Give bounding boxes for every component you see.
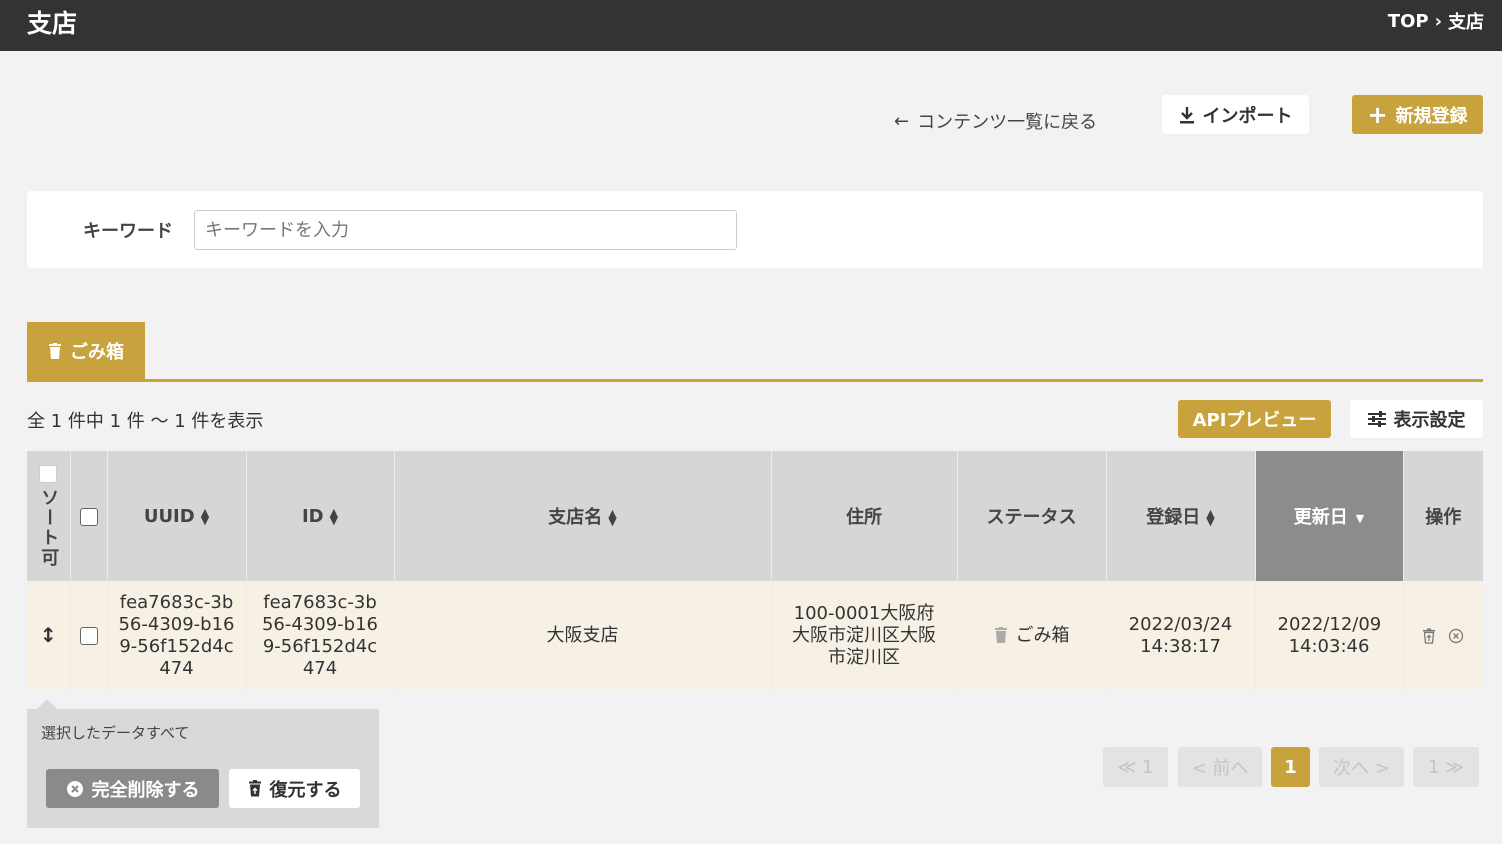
permanent-delete-label: 完全削除する (91, 779, 200, 801)
arrow-left-icon: ← (894, 110, 910, 132)
new-entry-label: 新規登録 (1395, 105, 1468, 127)
restore-icon[interactable] (1422, 628, 1436, 644)
sort-icon: ▲ ▼ (200, 505, 210, 527)
sort-icon: ▲ ▼ (329, 505, 339, 527)
table-header-row: ソート可 UUID ▲ ▼ ID ▲ ▼ 支店名 ▲ ▼ 住所 ステータス 登録日 ▲ ▼ 更新… (27, 451, 1483, 581)
sliders-icon (1367, 411, 1386, 427)
sort-icon: ▲ ▼ (608, 507, 617, 528)
chevron-right-icon: › (1434, 10, 1442, 32)
caret-down-icon: ▼ (1355, 511, 1365, 525)
column-header-name[interactable]: 支店名 ▲ ▼ (394, 451, 772, 581)
breadcrumb: TOP › 支店 (1388, 8, 1484, 34)
keyword-label: キーワード (83, 221, 173, 242)
updated-value: 2022/12/09 14:03:46 (1277, 613, 1382, 657)
panel-caret (37, 699, 57, 709)
row-checkbox[interactable] (79, 626, 98, 645)
prev-page-button[interactable]: < 前へ (1178, 747, 1262, 787)
result-count: 全 1 件中 1 件 ～ 1 件を表示 (27, 411, 264, 432)
address-value: 100-0001大阪府大阪市淀川区大阪市淀川区 (792, 602, 936, 668)
next-page-button[interactable]: 次へ > (1319, 747, 1404, 787)
sortable-header-label: ソート可 (38, 488, 60, 568)
column-header-status: ステータス (957, 451, 1107, 581)
column-header-id[interactable]: ID ▲ ▼ (246, 451, 395, 581)
sort-icon: ▲ ▼ (1206, 507, 1215, 528)
download-icon (1179, 106, 1194, 123)
cell-actions (1403, 581, 1483, 690)
data-table: ソート可 UUID ▲ ▼ ID ▲ ▼ 支店名 ▲ ▼ 住所 ステータス 登録日 ▲ ▼ 更新… (27, 451, 1483, 690)
status-value: ごみ箱 (1015, 624, 1070, 646)
back-to-list-link[interactable]: ← コンテンツ一覧に戻る (894, 108, 1097, 134)
keyword-input[interactable] (194, 210, 737, 250)
restore-label: 復元する (269, 779, 342, 801)
trash-icon (994, 627, 1007, 643)
last-page-button[interactable]: 1 ≫ (1413, 747, 1479, 787)
tab-trash[interactable]: ごみ箱 (27, 322, 145, 380)
restore-icon (248, 780, 261, 797)
restore-button[interactable]: 復元する (229, 769, 360, 808)
name-value: 大阪支店 (546, 624, 619, 646)
column-header-updated[interactable]: 更新日 ▼ (1255, 451, 1404, 581)
top-bar: 支店 TOP › 支店 (0, 0, 1502, 51)
breadcrumb-top-link[interactable]: TOP (1388, 11, 1429, 32)
import-button[interactable]: インポート (1162, 95, 1309, 134)
bulk-action-panel: 選択したデータすべて 完全削除する 復元する (27, 699, 379, 828)
cell-name: 大阪支店 (394, 581, 772, 690)
column-header-actions: 操作 (1403, 451, 1483, 581)
drag-arrows-icon: ↕ (39, 622, 57, 647)
updated-header-label: 更新日 (1293, 507, 1348, 528)
drag-handle[interactable]: ↕ (27, 581, 71, 690)
select-all-checkbox[interactable] (79, 507, 98, 526)
page-title: 支店 (27, 9, 78, 38)
close-circle-icon[interactable] (1448, 628, 1464, 644)
address-header-label: 住所 (846, 507, 882, 528)
plus-icon: + (1367, 100, 1388, 129)
cell-status: ごみ箱 (957, 581, 1107, 690)
close-circle-icon (66, 780, 83, 797)
table-row[interactable]: ↕ fea7683c-3b56-4309-b169-56f152d4c474 f… (27, 581, 1483, 690)
tab-underline (27, 379, 1483, 382)
uuid-value: fea7683c-3b56-4309-b169-56f152d4c474 (118, 591, 235, 679)
id-header-label: ID (301, 505, 324, 527)
bulk-action-label: 選択したデータすべて (41, 724, 190, 742)
permanent-delete-button[interactable]: 完全削除する (46, 769, 219, 808)
back-to-list-label: コンテンツ一覧に戻る (917, 112, 1098, 133)
id-value: fea7683c-3b56-4309-b169-56f152d4c474 (261, 591, 379, 679)
column-header-uuid[interactable]: UUID ▲ ▼ (107, 451, 247, 581)
column-header-created[interactable]: 登録日 ▲ ▼ (1106, 451, 1256, 581)
trash-icon (49, 342, 61, 359)
display-settings-label: 表示設定 (1393, 410, 1466, 431)
api-preview-button[interactable]: APIプレビュー (1178, 400, 1331, 438)
status-header-label: ステータス (986, 507, 1077, 528)
cell-updated: 2022/12/09 14:03:46 (1255, 581, 1404, 690)
cell-created: 2022/03/24 14:38:17 (1106, 581, 1256, 690)
column-header-sortable: ソート可 (27, 451, 71, 581)
import-label: インポート (1202, 105, 1293, 127)
cell-id: fea7683c-3b56-4309-b169-56f152d4c474 (246, 581, 395, 690)
column-header-select (70, 451, 108, 581)
sortable-checkbox (39, 465, 58, 483)
uuid-header-label: UUID (143, 505, 195, 527)
new-entry-button[interactable]: + 新規登録 (1352, 95, 1483, 134)
display-settings-button[interactable]: 表示設定 (1350, 400, 1483, 438)
row-select-cell (70, 581, 108, 690)
created-header-label: 登録日 (1146, 507, 1201, 528)
tab-trash-label: ごみ箱 (70, 342, 124, 363)
actions-header-label: 操作 (1425, 507, 1462, 528)
search-panel: キーワード (27, 191, 1483, 268)
first-page-button[interactable]: ≪ 1 (1103, 747, 1168, 787)
current-page-button[interactable]: 1 (1271, 747, 1310, 787)
cell-uuid: fea7683c-3b56-4309-b169-56f152d4c474 (107, 581, 247, 690)
created-value: 2022/03/24 14:38:17 (1128, 613, 1233, 657)
name-header-label: 支店名 (548, 507, 603, 528)
breadcrumb-current: 支店 (1448, 12, 1484, 33)
column-header-address: 住所 (771, 451, 958, 581)
api-preview-label: APIプレビュー (1192, 410, 1317, 431)
cell-address: 100-0001大阪府大阪市淀川区大阪市淀川区 (771, 581, 958, 690)
